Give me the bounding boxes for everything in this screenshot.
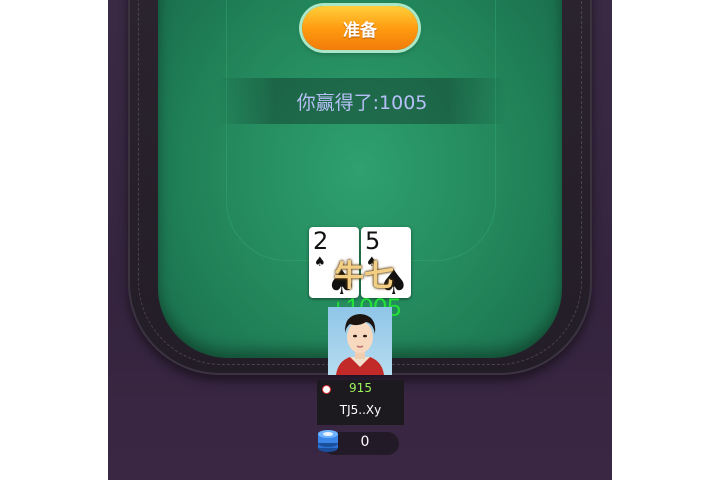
hand-result-label: 牛七 [334, 259, 394, 294]
card-rank: 2 [313, 227, 329, 255]
ready-button[interactable]: 准备 [302, 6, 418, 50]
player-score: 915 [349, 381, 372, 395]
game-stage: 准备 你赢得了:1005 2 ♠ ♠ 5 ♠ ♠ 牛七 +1005 915 TJ… [108, 0, 612, 480]
result-text: 你赢得了:1005 [296, 91, 428, 114]
chip-stack-icon [318, 430, 338, 452]
player-avatar[interactable] [328, 307, 392, 375]
avatar-portrait [336, 314, 384, 375]
player-name: TJ5..Xy [339, 403, 382, 417]
player-info-panel: 915 TJ5..Xy [317, 380, 404, 425]
bet-value: 0 [360, 434, 370, 450]
result-banner: 你赢得了:1005 [216, 78, 508, 124]
spade-icon: ♠ [314, 255, 326, 270]
